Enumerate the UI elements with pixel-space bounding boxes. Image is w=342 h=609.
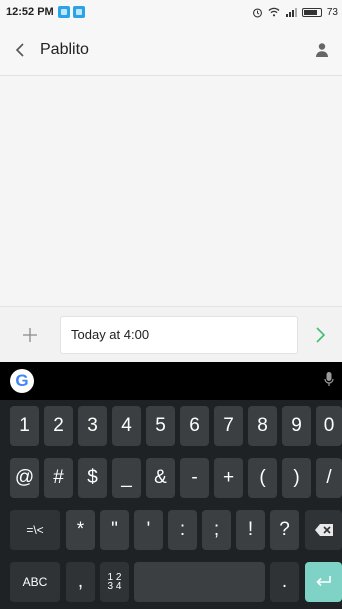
conversation-header: Pablito (0, 24, 342, 76)
contact-details-button[interactable] (302, 24, 342, 76)
spacebar[interactable] (134, 562, 265, 602)
enter-icon (315, 576, 331, 587)
backspace-icon (314, 524, 333, 536)
message-input[interactable] (60, 315, 298, 354)
key-exclamation[interactable]: ! (236, 510, 265, 550)
bottom-row: ABC , 1 2 3 4 . (0, 562, 342, 608)
wifi-icon (268, 7, 280, 17)
key-8[interactable]: 8 (248, 406, 277, 446)
message-list[interactable] (0, 76, 342, 306)
key-period[interactable]: . (270, 562, 299, 602)
keyboard-toolbar: G (0, 362, 342, 400)
key-double-quote[interactable]: " (100, 510, 129, 550)
key-2[interactable]: 2 (44, 406, 73, 446)
battery-percent: 73 (326, 6, 338, 18)
notification-icon (72, 6, 85, 18)
contact-name: Pablito (40, 40, 89, 58)
attach-button[interactable] (0, 307, 60, 363)
key-abc[interactable]: ABC (10, 562, 60, 602)
key-single-quote[interactable]: ' (134, 510, 163, 550)
back-button[interactable] (0, 24, 40, 76)
key-ampersand[interactable]: & (146, 458, 175, 498)
key-numpad[interactable]: 1 2 3 4 (100, 562, 129, 602)
key-semicolon[interactable]: ; (202, 510, 231, 550)
key-plus[interactable]: + (214, 458, 243, 498)
key-comma[interactable]: , (66, 562, 95, 602)
key-question[interactable]: ? (270, 510, 299, 550)
key-more-symbols[interactable]: =\< (10, 510, 60, 550)
key-7[interactable]: 7 (214, 406, 243, 446)
enter-key[interactable] (305, 562, 342, 602)
key-dollar[interactable]: $ (78, 458, 107, 498)
battery-icon (301, 7, 322, 17)
google-logo-letter: G (15, 371, 29, 390)
key-hash[interactable]: # (44, 458, 73, 498)
key-1[interactable]: 1 (10, 406, 39, 446)
key-at[interactable]: @ (10, 458, 39, 498)
backspace-key[interactable] (305, 510, 342, 550)
key-colon[interactable]: : (168, 510, 197, 550)
alarm-icon (252, 7, 262, 17)
status-time: 12:52 PM (6, 6, 54, 18)
google-icon[interactable]: G (10, 369, 34, 393)
status-bar: 12:52 PM 73 (0, 0, 342, 24)
key-slash[interactable]: / (316, 458, 342, 498)
chevron-right-icon (316, 326, 326, 343)
key-close-paren[interactable]: ) (282, 458, 311, 498)
key-6[interactable]: 6 (180, 406, 209, 446)
send-button[interactable] (298, 307, 342, 363)
key-minus[interactable]: - (180, 458, 209, 498)
key-4[interactable]: 4 (112, 406, 141, 446)
signal-icon (285, 8, 297, 17)
number-row: 1 2 3 4 5 6 7 8 9 0 (0, 406, 342, 452)
person-icon (316, 42, 328, 57)
status-indicators: 73 (252, 7, 338, 18)
key-5[interactable]: 5 (146, 406, 175, 446)
notification-icon (57, 6, 70, 18)
keyboard: G 1 2 3 4 5 6 7 8 9 0 @ # $ _ & - + ( ) … (0, 362, 342, 609)
mic-icon (324, 371, 334, 386)
symbol-row-1: @ # $ _ & - + ( ) / (0, 458, 342, 504)
key-asterisk[interactable]: * (66, 510, 95, 550)
key-open-paren[interactable]: ( (248, 458, 277, 498)
key-underscore[interactable]: _ (112, 458, 141, 498)
symbol-row-2: =\< * " ' : ; ! ? (0, 510, 342, 556)
chevron-left-icon (15, 42, 24, 57)
plus-icon (23, 327, 37, 342)
compose-bar (0, 306, 342, 362)
key-3[interactable]: 3 (78, 406, 107, 446)
key-0[interactable]: 0 (316, 406, 342, 446)
mic-button[interactable] (324, 371, 334, 392)
key-9[interactable]: 9 (282, 406, 311, 446)
